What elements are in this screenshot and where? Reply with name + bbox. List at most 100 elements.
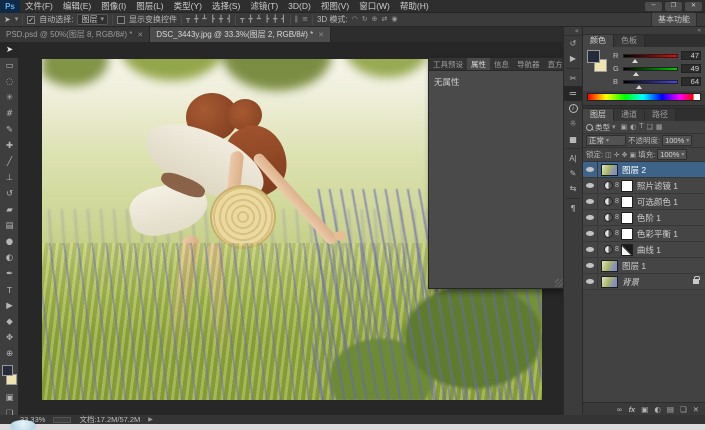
red-slider[interactable]	[623, 53, 678, 63]
auto-select-dropdown[interactable]: 图层 ▾	[77, 14, 108, 25]
marquee-tool[interactable]: ▭	[0, 58, 19, 74]
menu-item-filter[interactable]: 滤镜(T)	[245, 0, 283, 13]
visibility-toggle[interactable]	[583, 178, 598, 193]
menu-item-type[interactable]: 类型(Y)	[169, 0, 207, 13]
align-vcenter-icon[interactable]: ╋	[194, 16, 198, 23]
layer-row-photo-filter[interactable]: 8 照片滤镜 1	[583, 178, 705, 194]
tab-channels[interactable]: 通道	[614, 109, 645, 121]
opacity-field[interactable]: 100% ▾	[662, 135, 693, 146]
paragraph-panel-icon[interactable]: ¶	[564, 201, 582, 216]
filter-shape-layers-icon[interactable]: ❏	[647, 123, 653, 131]
align-hcenter-icon[interactable]: ╋	[219, 16, 223, 23]
blue-slider[interactable]	[623, 79, 678, 89]
menu-item-layer[interactable]: 图层(L)	[131, 0, 168, 13]
pen-tool[interactable]: ✒	[0, 266, 19, 282]
color-spectrum-ramp[interactable]	[587, 93, 701, 101]
tab-color[interactable]: 颜色	[583, 35, 614, 47]
eyedropper-tool[interactable]: ✎	[0, 122, 19, 138]
status-expand-icon[interactable]: ▶	[148, 416, 153, 423]
tab-info[interactable]: 信息	[490, 58, 513, 70]
healing-brush-tool[interactable]: ✚	[0, 138, 19, 154]
info-icon[interactable]: i	[564, 101, 582, 116]
red-slider-thumb[interactable]	[632, 58, 639, 63]
histogram-icon[interactable]: ▅	[564, 131, 582, 146]
distribute-top-icon[interactable]: ┳	[240, 16, 244, 23]
align-right-icon[interactable]: ┫	[227, 16, 231, 23]
distribute-widths-icon[interactable]: ∥	[295, 16, 299, 23]
lock-image-icon[interactable]: ✛	[614, 151, 620, 159]
add-layer-mask-button[interactable]: ▣	[641, 405, 648, 414]
menu-item-help[interactable]: 帮助(H)	[395, 0, 434, 13]
layer-thumbnail[interactable]	[601, 275, 618, 288]
align-top-icon[interactable]: ┳	[186, 16, 190, 23]
visibility-toggle[interactable]	[583, 194, 598, 209]
tab-tool-presets[interactable]: 工具预设	[429, 58, 467, 70]
layer-row-layer2[interactable]: 图层 2	[583, 162, 705, 178]
quick-selection-tool[interactable]: ✳	[0, 90, 19, 106]
new-layer-button[interactable]: ❏	[680, 405, 687, 414]
tab-paths[interactable]: 路径	[645, 109, 676, 121]
path-selection-tool[interactable]: ▶	[0, 298, 19, 314]
tool-preset-caret-icon[interactable]: ▾	[15, 16, 19, 23]
show-transform-checkbox[interactable]	[116, 15, 125, 24]
foreground-color-swatch[interactable]	[2, 365, 13, 376]
clone-stamp-tool[interactable]: ⊥	[0, 170, 19, 186]
distribute-bottom-icon[interactable]: ┻	[257, 16, 261, 23]
layer-row-layer1[interactable]: 图层 1	[583, 258, 705, 274]
history-brush-tool[interactable]: ↺	[0, 186, 19, 202]
brush-tool[interactable]: ╱	[0, 154, 19, 170]
paragraph-styles-icon[interactable]: ⇆	[564, 181, 582, 196]
layer-mask-thumbnail[interactable]	[620, 211, 633, 224]
visibility-toggle[interactable]	[583, 226, 598, 241]
distribute-vcenter-icon[interactable]: ╋	[249, 16, 253, 23]
history-icon[interactable]: ↺	[564, 36, 582, 51]
character-panel-icon[interactable]: ✎	[564, 166, 582, 181]
character-styles-icon[interactable]: A|	[564, 151, 582, 166]
layer-mask-thumbnail[interactable]	[620, 179, 633, 192]
menu-item-image[interactable]: 图像(I)	[96, 0, 131, 13]
layer-mask-thumbnail[interactable]	[620, 195, 633, 208]
layer-thumbnail[interactable]	[601, 163, 618, 176]
tab-layers[interactable]: 图层	[583, 109, 614, 121]
layer-row-selective-color[interactable]: 8 可选颜色 1	[583, 194, 705, 210]
move-tool[interactable]: ➤	[0, 42, 19, 58]
minimize-button[interactable]: ─	[645, 1, 662, 11]
properties-icon[interactable]: ≔	[564, 86, 582, 101]
tool-presets-icon[interactable]: ✂	[564, 71, 582, 86]
layer-thumbnail[interactable]	[601, 259, 618, 272]
tab-histogram[interactable]: 直方图	[544, 58, 564, 70]
quick-mask-button[interactable]: ▣	[0, 390, 19, 406]
distribute-left-icon[interactable]: ┣	[265, 16, 269, 23]
distribute-hcenter-icon[interactable]: ╋	[273, 16, 277, 23]
collapse-dock-icon[interactable]: «	[575, 27, 579, 35]
gradient-tool[interactable]: ▤	[0, 218, 19, 234]
align-left-icon[interactable]: ┣	[211, 16, 215, 23]
blue-slider-thumb[interactable]	[636, 84, 643, 89]
collapse-panels-icon[interactable]: «	[697, 27, 701, 34]
green-slider-thumb[interactable]	[633, 71, 639, 76]
document-tab-psd[interactable]: PSD.psd @ 50%(图层 8, RGB/8#) * ✕	[0, 27, 151, 42]
layer-row-background[interactable]: 背景	[583, 274, 705, 290]
panel-resize-grip[interactable]	[555, 279, 563, 287]
3d-rotate-icon[interactable]: ◠	[352, 16, 358, 23]
layer-mask-thumbnail[interactable]	[620, 227, 633, 240]
auto-select-checkbox[interactable]: ✓	[27, 15, 36, 24]
curves-thumbnail[interactable]	[620, 243, 633, 256]
new-group-button[interactable]: ▤	[667, 405, 674, 414]
3d-roll-icon[interactable]: ↻	[362, 16, 368, 23]
document-tab-dsc3443y[interactable]: DSC_3443y.jpg @ 33.3%(图层 2, RGB/8#) * ✕	[150, 27, 332, 42]
dodge-tool[interactable]: ◐	[0, 250, 19, 266]
workspace-switcher-button[interactable]: 基本功能	[651, 12, 697, 27]
menu-item-window[interactable]: 窗口(W)	[354, 0, 395, 13]
link-layers-button[interactable]: ∞	[616, 405, 622, 414]
layer-style-button[interactable]: fx	[629, 405, 636, 414]
menu-item-edit[interactable]: 编辑(E)	[58, 0, 96, 13]
canvas-area[interactable]: 工具预设 属性 信息 导航器 直方图 « ≡ 无属性	[19, 42, 563, 415]
hand-tool[interactable]: ✥	[0, 330, 19, 346]
layer-row-curves[interactable]: 8 曲线 1	[583, 242, 705, 258]
blur-tool[interactable]: ●	[0, 234, 19, 250]
3d-slide-icon[interactable]: ⇄	[382, 16, 388, 23]
foreground-color-swatch[interactable]	[587, 50, 600, 63]
visibility-toggle[interactable]	[583, 274, 598, 289]
filter-type-dropdown[interactable]: 类型	[595, 122, 610, 133]
